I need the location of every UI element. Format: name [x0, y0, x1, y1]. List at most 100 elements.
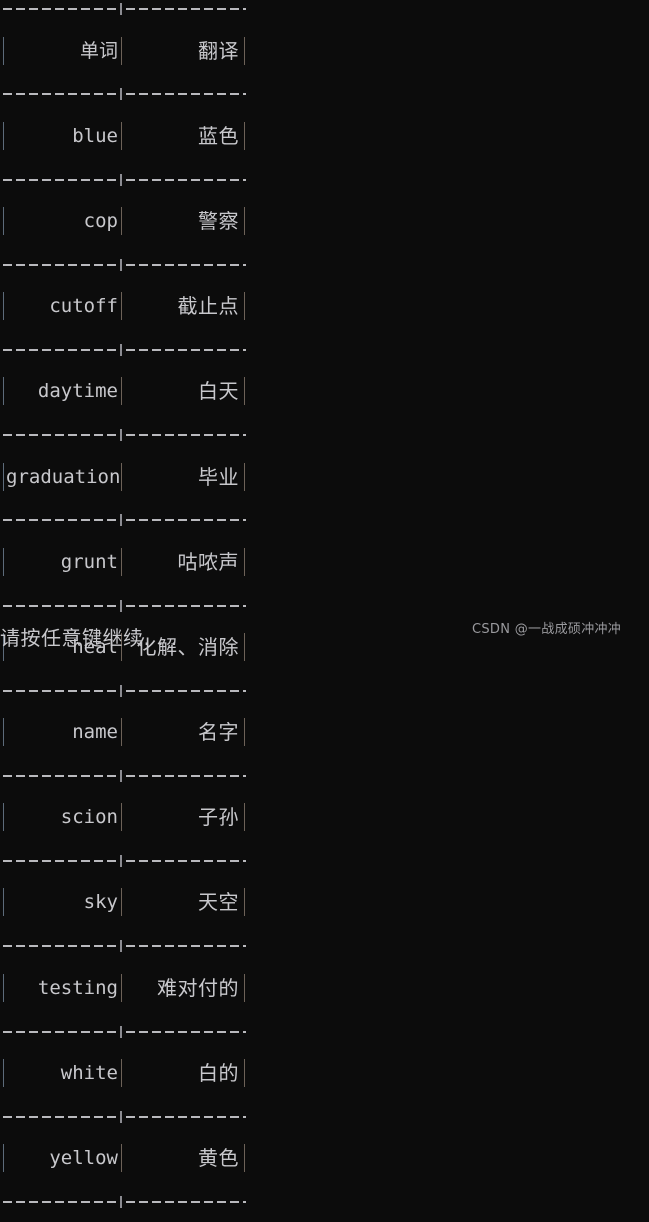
cell-word: blue: [72, 124, 118, 147]
table-row: grunt 咕哝声: [0, 541, 250, 584]
rule-junction-plus: [120, 855, 122, 868]
cell-word: cutoff: [49, 295, 118, 318]
table-row: daytime 白天: [0, 370, 250, 413]
cell-word: white: [60, 1061, 118, 1084]
console-window: 单词 翻译 blue 蓝色 cop 警察 cutoff 截止点 daytime 白天 graduat…: [0, 0, 649, 1208]
table-vertical-border-0: [3, 377, 4, 406]
rule-segment-right: [126, 178, 246, 181]
rule-junction-plus: [120, 258, 122, 271]
table-vertical-border-1: [121, 803, 122, 832]
cell-translation: 白天: [198, 379, 239, 404]
table-row: white 白的: [0, 1052, 250, 1095]
cell-translation: 截止点: [177, 294, 239, 319]
table-row: scion 子孙: [0, 796, 250, 839]
table-vertical-border-1: [121, 1144, 122, 1173]
rule-segment-right: [126, 945, 246, 948]
cell-word: name: [72, 721, 118, 744]
table-vertical-border-0: [3, 888, 4, 917]
table-header-row: 单词 翻译: [0, 30, 250, 73]
table-separator-rule: [0, 157, 250, 200]
rule-segment-right: [126, 519, 246, 522]
cell-translation: 天空: [198, 890, 239, 915]
press-any-key-prompt: 请按任意键继续. . .: [0, 626, 178, 650]
table-vertical-border-0: [3, 36, 4, 65]
table-vertical-border-1: [121, 888, 122, 917]
cell-word: yellow: [49, 1147, 118, 1170]
cell-translation: 毕业: [198, 464, 239, 489]
table-vertical-border-1: [121, 718, 122, 747]
rule-segment-left: [3, 8, 121, 11]
cell-translation: 子孙: [198, 805, 239, 830]
rule-segment-left: [3, 774, 121, 777]
table-vertical-border-0: [3, 462, 4, 491]
cell-word: graduation: [6, 465, 121, 488]
cell-translation: 白的: [198, 1060, 239, 1085]
rule-segment-left: [3, 1115, 121, 1118]
table-row: yellow 黄色: [0, 1137, 250, 1180]
table-row: cop 警察: [0, 200, 250, 243]
table-separator-rule: [0, 1094, 250, 1137]
table-vertical-border-2: [244, 547, 245, 576]
table-vertical-border-0: [3, 718, 4, 747]
rule-segment-right: [126, 604, 246, 607]
cell-translation: 警察: [198, 208, 239, 233]
table-separator-rule: [0, 583, 250, 626]
table-vertical-border-0: [3, 1144, 4, 1173]
rule-segment-right: [126, 349, 246, 352]
csdn-watermark: CSDN @一战成硕冲冲冲: [472, 622, 622, 637]
rule-segment-left: [3, 945, 121, 948]
rule-segment-left: [3, 604, 121, 607]
table-vertical-border-1: [121, 377, 122, 406]
table-vertical-border-2: [244, 206, 245, 235]
table-vertical-border-1: [121, 292, 122, 321]
rule-segment-left: [3, 434, 121, 437]
table-separator-rule: [0, 498, 250, 541]
rule-segment-right: [126, 1030, 246, 1033]
rule-segment-right: [126, 689, 246, 692]
rule-junction-plus: [120, 1110, 122, 1123]
rule-segment-left: [3, 178, 121, 181]
cell-word: scion: [60, 806, 118, 829]
rule-junction-plus: [120, 940, 122, 953]
table-vertical-border-2: [244, 1058, 245, 1087]
rule-junction-plus: [120, 1195, 122, 1208]
table-row: sky 天空: [0, 881, 250, 924]
cell-word: sky: [83, 891, 118, 914]
table-vertical-border-0: [3, 121, 4, 150]
table-vertical-border-1: [121, 973, 122, 1002]
rule-junction-plus: [120, 429, 122, 442]
table-separator-rule: [0, 72, 250, 115]
table-vertical-border-0: [3, 803, 4, 832]
table-vertical-border-0: [3, 206, 4, 235]
table-row: name 名字: [0, 711, 250, 754]
rule-segment-left: [3, 860, 121, 863]
table-row: blue 蓝色: [0, 115, 250, 158]
table-vertical-border-2: [244, 1144, 245, 1173]
word-translation-table: 单词 翻译 blue 蓝色 cop 警察 cutoff 截止点 daytime 白天 graduat…: [0, 0, 250, 1222]
table-row: testing 难对付的: [0, 967, 250, 1010]
rule-segment-right: [126, 860, 246, 863]
rule-junction-plus: [120, 344, 122, 357]
table-vertical-border-2: [244, 121, 245, 150]
table-vertical-border-2: [244, 36, 245, 65]
rule-segment-right: [126, 93, 246, 96]
rule-segment-left: [3, 263, 121, 266]
table-separator-rule: [0, 754, 250, 797]
table-vertical-border-2: [244, 718, 245, 747]
rule-segment-right: [126, 1115, 246, 1118]
table-vertical-border-1: [121, 36, 122, 65]
cell-translation: 黄色: [198, 1146, 239, 1171]
rule-junction-plus: [120, 769, 122, 782]
rule-junction-plus: [120, 1025, 122, 1038]
table-vertical-border-2: [244, 803, 245, 832]
rule-segment-right: [126, 774, 246, 777]
rule-junction-plus: [120, 88, 122, 101]
table-vertical-border-0: [3, 973, 4, 1002]
cell-word: cop: [83, 209, 118, 232]
rule-segment-left: [3, 349, 121, 352]
table-separator-rule: [0, 328, 250, 371]
table-vertical-border-2: [244, 292, 245, 321]
cell-translation: 难对付的: [157, 975, 239, 1000]
table-vertical-border-2: [244, 888, 245, 917]
rule-segment-right: [126, 8, 246, 11]
